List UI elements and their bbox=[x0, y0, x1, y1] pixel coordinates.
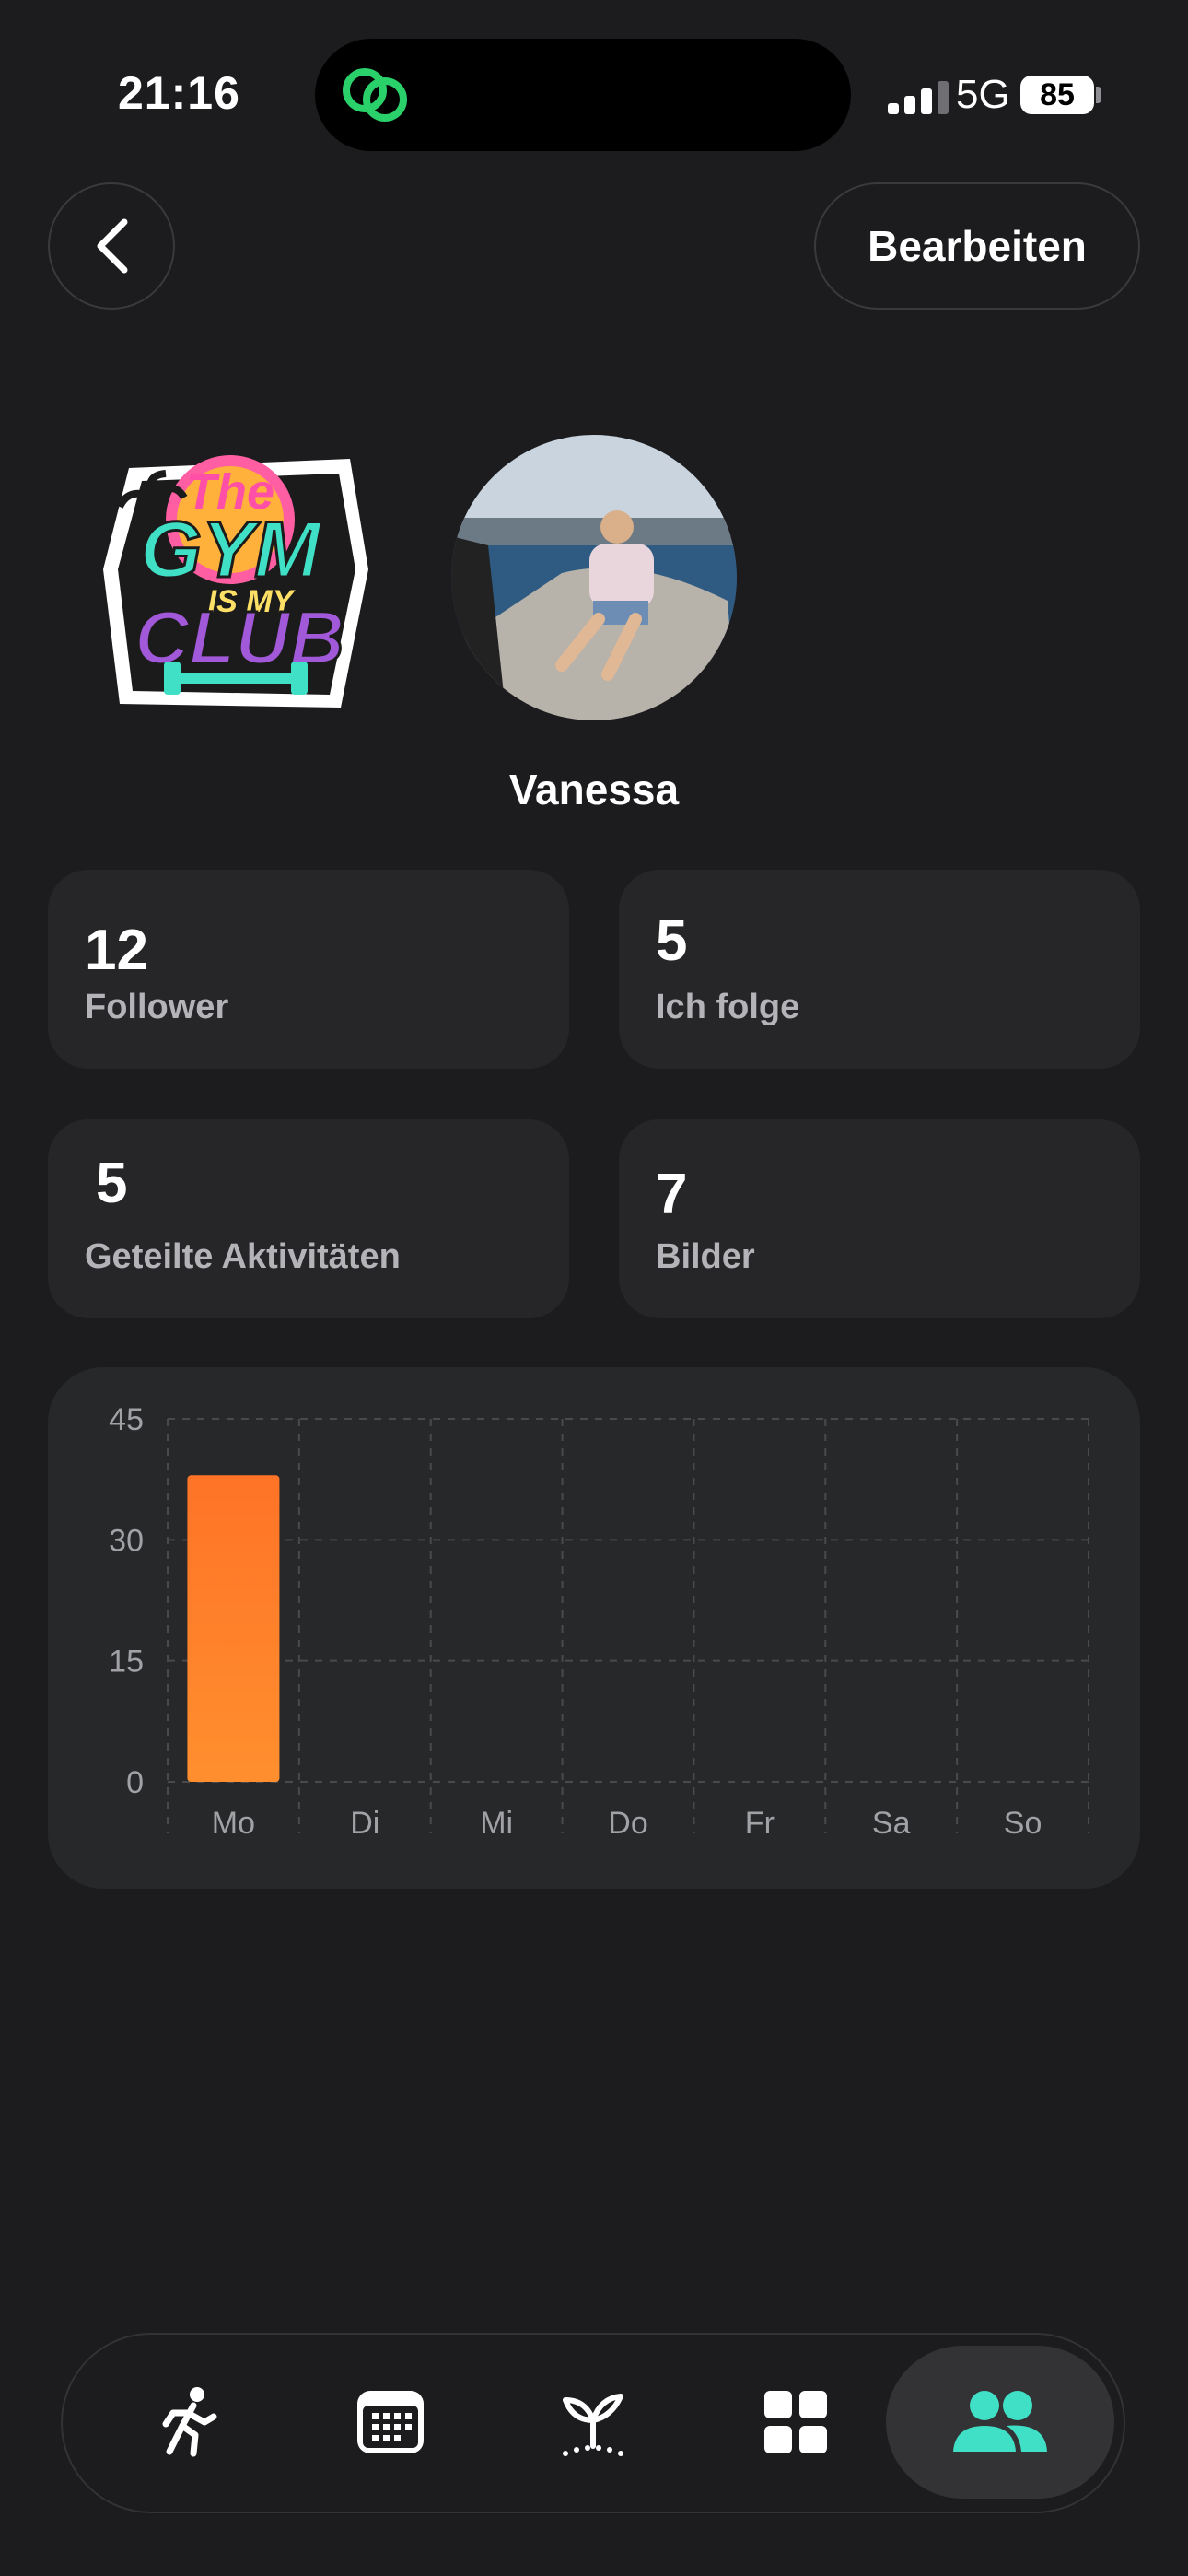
stat-card-followers[interactable]: 12 Follower bbox=[48, 870, 569, 1069]
avatar-photo bbox=[451, 435, 737, 720]
stat-label: Ich folge bbox=[656, 988, 800, 1026]
people-icon bbox=[953, 2391, 1047, 2452]
stat-value: 7 bbox=[656, 1163, 688, 1226]
profile-name: Vanessa bbox=[508, 766, 680, 814]
y-tick-label: 15 bbox=[109, 1645, 144, 1680]
gym-club-sticker: The GYM IS MY CLUB bbox=[103, 455, 368, 708]
edit-button[interactable]: Bearbeiten bbox=[814, 182, 1140, 310]
tab-dashboard[interactable] bbox=[722, 2348, 869, 2496]
stat-value: 5 bbox=[96, 1152, 128, 1215]
stat-card-following[interactable]: 5 Ich folge bbox=[619, 870, 1140, 1069]
stat-value: 12 bbox=[85, 919, 148, 982]
profile-avatar[interactable] bbox=[451, 435, 737, 720]
stat-label: Follower bbox=[85, 988, 229, 1026]
x-tick-label: Mi bbox=[480, 1806, 513, 1841]
calendar-icon bbox=[357, 2391, 424, 2453]
x-tick-label: Do bbox=[608, 1806, 647, 1841]
status-time: 21:16 bbox=[118, 67, 240, 119]
signal-icon bbox=[888, 81, 949, 114]
x-tick-label: Di bbox=[350, 1806, 379, 1841]
chevron-left-icon bbox=[97, 218, 128, 274]
stat-label: Geteilte Aktivitäten bbox=[85, 1237, 401, 1276]
bar-chart: 0 15 30 45 Mo Di Mi Do Fr Sa So bbox=[109, 1402, 1089, 1841]
back-button[interactable] bbox=[48, 182, 175, 310]
grid-icon bbox=[764, 2391, 827, 2453]
run-icon bbox=[162, 2387, 217, 2457]
stat-value: 5 bbox=[656, 909, 688, 973]
stat-label: Bilder bbox=[656, 1237, 755, 1276]
battery-tip bbox=[1096, 87, 1101, 103]
battery-indicator: 85 bbox=[1020, 76, 1094, 114]
tab-growth[interactable] bbox=[519, 2348, 667, 2496]
sprout-icon bbox=[563, 2394, 623, 2456]
stat-card-pictures[interactable]: 7 Bilder bbox=[619, 1119, 1140, 1318]
x-tick-label: Sa bbox=[872, 1806, 911, 1841]
tab-activities[interactable] bbox=[114, 2348, 262, 2496]
x-tick-label: So bbox=[1004, 1806, 1042, 1841]
stat-card-shared-activities[interactable]: 5 Geteilte Aktivitäten bbox=[48, 1119, 569, 1318]
sticker-word-gym: GYM bbox=[140, 506, 322, 594]
x-tick-label: Mo bbox=[212, 1806, 255, 1841]
network-label: 5G bbox=[956, 72, 1010, 117]
y-tick-label: 30 bbox=[109, 1523, 144, 1558]
y-tick-label: 0 bbox=[126, 1765, 144, 1800]
tab-calendar[interactable] bbox=[317, 2348, 464, 2496]
y-tick-label: 45 bbox=[109, 1402, 144, 1437]
tab-friends[interactable] bbox=[886, 2346, 1114, 2499]
bar-mo bbox=[187, 1475, 280, 1782]
link-rings-icon bbox=[343, 68, 407, 122]
x-tick-label: Fr bbox=[745, 1806, 775, 1841]
weekly-activity-chart: 0 15 30 45 Mo Di Mi Do Fr Sa So bbox=[48, 1367, 1140, 1889]
